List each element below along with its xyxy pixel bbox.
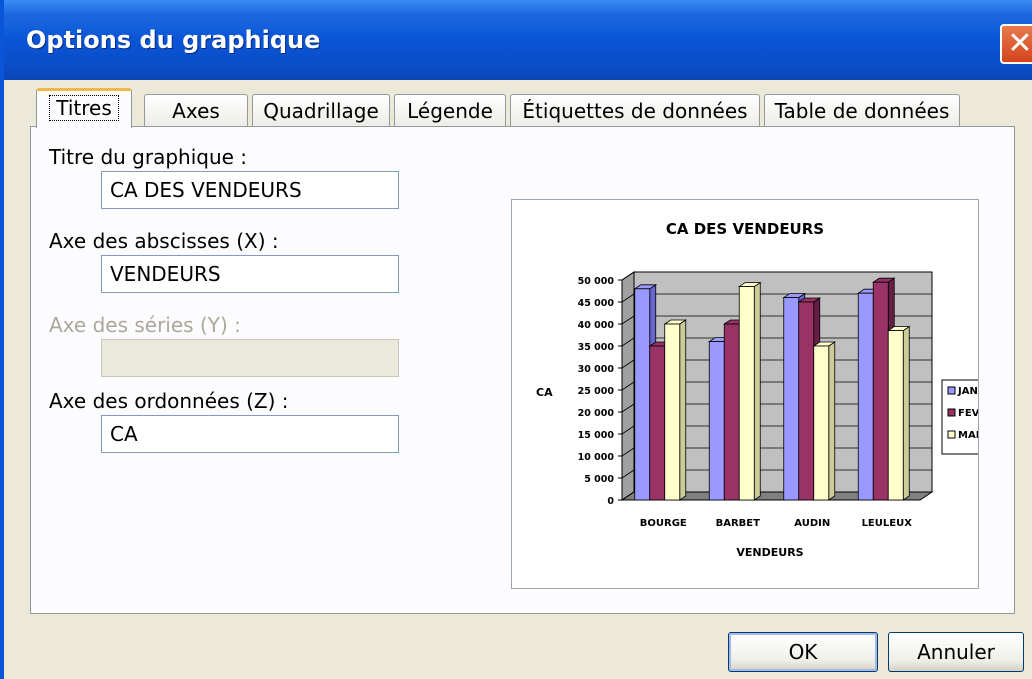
bar <box>708 341 725 501</box>
dialog-title: Options du graphique <box>26 26 321 54</box>
legend-swatch <box>947 408 956 417</box>
bar <box>857 292 874 501</box>
bar <box>887 330 904 501</box>
tab-titres[interactable]: Titres <box>36 88 132 128</box>
tab-label: Axes <box>172 99 220 123</box>
x-axis-title: VENDEURS <box>736 546 803 559</box>
y-axis-input <box>101 339 399 377</box>
y-tick-label: 35 000 <box>578 342 615 353</box>
tab-etiquettes-de-donnees[interactable]: Étiquettes de données <box>510 94 760 128</box>
chart-preview: CA DES VENDEURS 0 5 000 10 000 15 000 20 000 2… <box>511 199 1019 589</box>
z-axis-label: Axe des ordonnées (Z) : <box>49 389 289 413</box>
x-tick-label: LEULEUX <box>862 518 913 529</box>
bar-side <box>902 325 910 501</box>
x-axis-label: Axe des abscisses (X) : <box>49 229 279 253</box>
bar-side <box>679 319 687 501</box>
tab-label: Table de données <box>774 99 950 123</box>
y-axis-label: Axe des séries (Y) : <box>49 313 241 337</box>
bar <box>783 297 800 501</box>
bar <box>798 301 815 501</box>
y-tick-label: 0 <box>607 496 614 507</box>
tab-table-de-donnees[interactable]: Table de données <box>764 94 960 128</box>
bar <box>634 288 651 501</box>
title-bar[interactable]: Options du graphique ✕ <box>4 0 1032 80</box>
tab-axes[interactable]: Axes <box>144 94 248 128</box>
y-tick-label: 10 000 <box>578 452 615 463</box>
tab-panel-titres: Titre du graphique : CA DES VENDEURS Axe… <box>30 126 1019 614</box>
bar-side <box>828 341 836 501</box>
x-tick-label: AUDIN <box>794 518 830 529</box>
y-tick-label: 45 000 <box>578 298 615 309</box>
y-axis-title: CA <box>536 386 553 399</box>
bar <box>649 345 666 501</box>
bar-side <box>753 281 761 501</box>
ok-button[interactable]: OK <box>728 632 878 672</box>
dialog-client-area: Titres Axes Quadrillage Légende Étiquett… <box>8 80 1032 679</box>
tab-label: Quadrillage <box>263 99 379 123</box>
tab-legende[interactable]: Légende <box>394 94 506 128</box>
x-tick-label: BARBET <box>716 518 761 529</box>
y-tick-label: 5 000 <box>584 474 614 485</box>
y-tick-label: 30 000 <box>578 364 615 375</box>
chart-title: CA DES VENDEURS <box>666 220 824 238</box>
tab-label: Titres <box>49 95 119 121</box>
y-tick-label: 25 000 <box>578 386 615 397</box>
legend-label: MARS <box>958 430 978 441</box>
legend-label: JANVIER <box>957 386 978 397</box>
tab-quadrillage[interactable]: Quadrillage <box>252 94 390 128</box>
z-axis-input[interactable]: CA <box>101 415 399 453</box>
legend-swatch <box>947 386 956 395</box>
dialog-window: Options du graphique ✕ Titres Axes Quadr… <box>0 0 1032 679</box>
chart-title-label: Titre du graphique : <box>49 145 248 169</box>
x-tick-label: BOURGE <box>640 518 687 529</box>
bar <box>813 345 830 501</box>
close-button[interactable]: ✕ <box>1000 24 1032 64</box>
legend-label: FEVRIER <box>958 408 978 419</box>
bar <box>664 323 681 501</box>
chart-title-input[interactable]: CA DES VENDEURS <box>101 171 399 209</box>
bar <box>723 323 740 501</box>
y-tick-label: 50 000 <box>578 276 615 287</box>
close-icon: ✕ <box>1007 26 1032 61</box>
y-tick-label: 40 000 <box>578 320 615 331</box>
tab-label: Légende <box>407 99 493 123</box>
y-tick-label: 15 000 <box>578 430 615 441</box>
y-tick-label: 20 000 <box>578 408 615 419</box>
tab-label: Étiquettes de données <box>522 99 748 123</box>
bar <box>738 286 755 501</box>
chart-svg: CA DES VENDEURS 0 5 000 10 000 15 000 20 000 2… <box>536 220 1019 559</box>
bar <box>872 281 889 501</box>
x-axis-input[interactable]: VENDEURS <box>101 255 399 293</box>
legend-swatch <box>947 430 956 439</box>
cancel-button[interactable]: Annuler <box>888 632 1024 672</box>
